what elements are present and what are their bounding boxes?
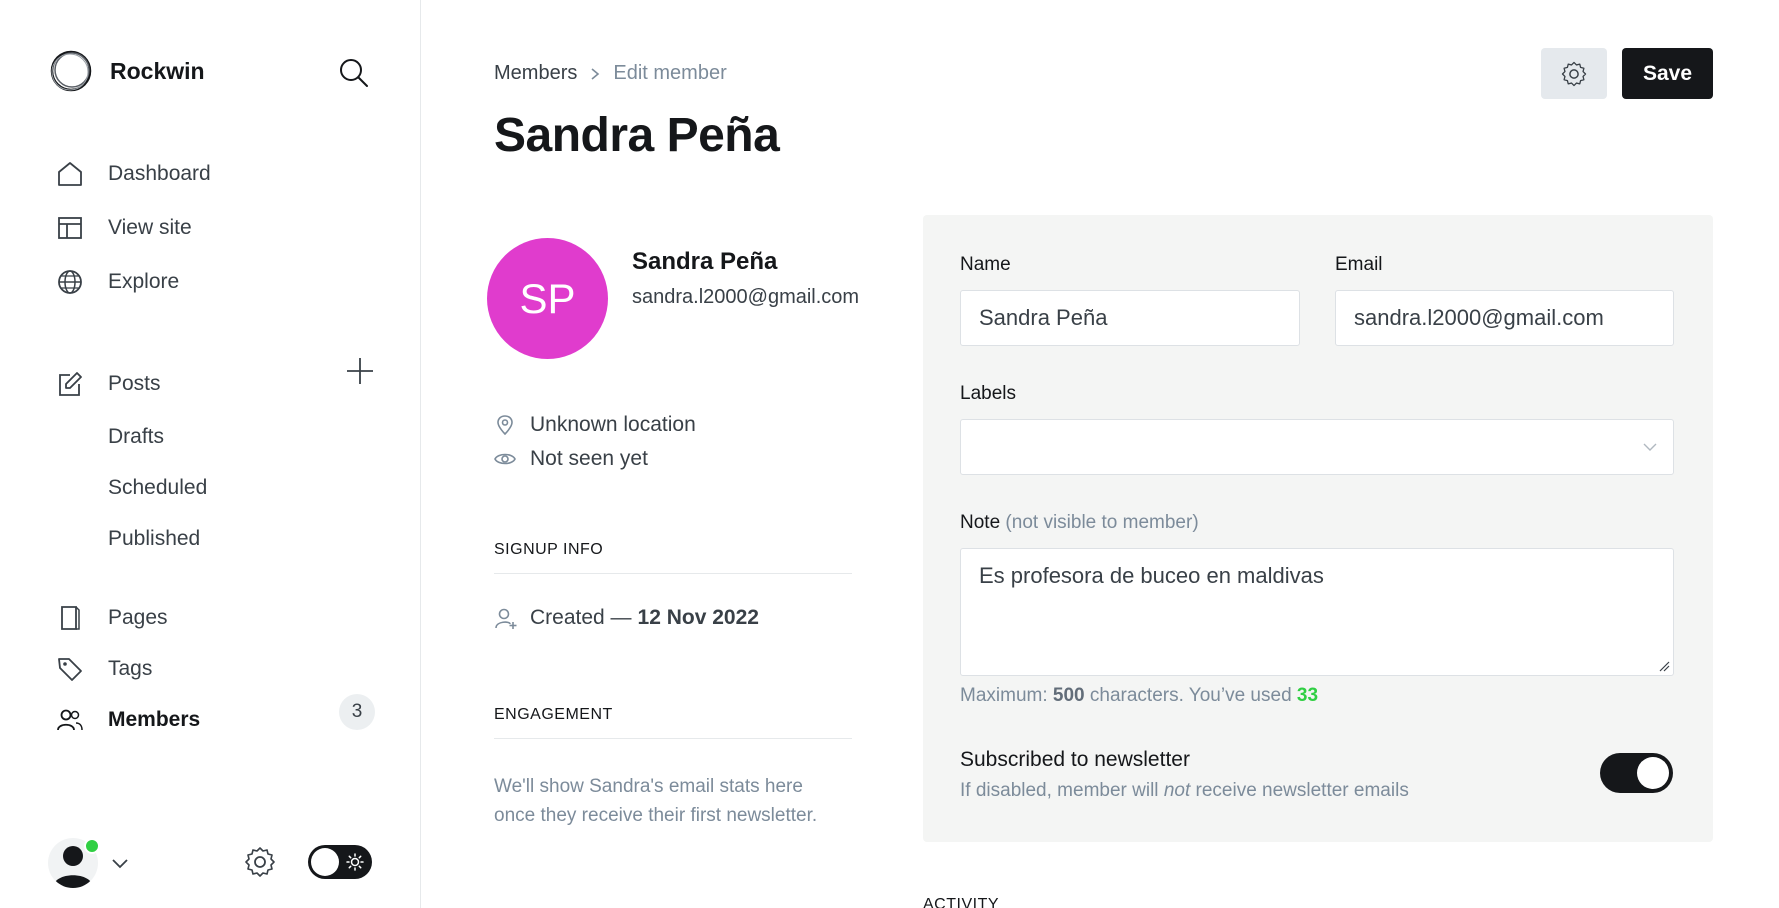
location-pin-icon (497, 415, 513, 436)
gear-icon[interactable] (243, 845, 277, 879)
sidebar-item-label: Explore (108, 270, 180, 293)
sidebar-item-members[interactable]: Members (56, 700, 200, 740)
brand-name: Rockwin (110, 57, 205, 84)
toggle-knob (1637, 757, 1669, 789)
note-hint: (not visible to member) (1005, 512, 1199, 533)
email-input[interactable] (1335, 290, 1674, 346)
breadcrumb-members-link[interactable]: Members (494, 62, 577, 85)
char-count-prefix: Maximum: (960, 685, 1048, 706)
layout-icon (56, 214, 84, 242)
seen-text: Not seen yet (530, 447, 648, 470)
created-label: Created — (530, 606, 632, 629)
char-count-mid: characters. You’ve used (1089, 685, 1292, 706)
home-icon (56, 160, 84, 188)
name-label: Name (960, 254, 1011, 275)
chevron-down-icon (1643, 443, 1657, 451)
email-label: Email (1335, 254, 1383, 275)
save-button[interactable]: Save (1622, 48, 1713, 99)
note-textarea[interactable]: Es profesora de buceo en maldivas (960, 548, 1674, 676)
sidebar-item-published[interactable]: Published (108, 521, 200, 557)
toggle-knob (311, 848, 339, 876)
sidebar-item-label: Dashboard (108, 162, 211, 185)
chevron-right-icon (591, 67, 600, 80)
brand[interactable]: Rockwin (48, 48, 205, 94)
sidebar-item-drafts[interactable]: Drafts (108, 419, 164, 455)
newsletter-desc-pre: If disabled, member will (960, 780, 1159, 801)
chevron-down-icon[interactable] (110, 856, 130, 870)
newsletter-description: If disabled, member will not receive new… (960, 780, 1409, 802)
member-avatar: SP (487, 238, 608, 359)
online-status-dot (84, 838, 100, 854)
sun-icon (346, 853, 364, 871)
newsletter-desc-post: receive newsletter emails (1195, 780, 1409, 801)
labels-label: Labels (960, 383, 1016, 404)
signup-info-heading: SIGNUP INFO (494, 541, 604, 558)
page-icon (56, 604, 84, 632)
gear-icon (1561, 61, 1587, 86)
location-row: Unknown location (494, 410, 696, 440)
sidebar-item-label: Posts (108, 372, 161, 395)
seen-row: Not seen yet (494, 444, 648, 474)
char-count-max: 500 (1052, 685, 1085, 706)
name-input[interactable] (960, 290, 1300, 346)
sidebar-item-scheduled[interactable]: Scheduled (108, 470, 207, 506)
engagement-text: We'll show Sandra's email stats here onc… (494, 776, 818, 826)
breadcrumb-current: Edit member (613, 62, 727, 84)
sidebar-item-tags[interactable]: Tags (56, 649, 152, 689)
activity-heading: ACTIVITY (923, 896, 1000, 908)
character-count: Maximum: 500 characters. You’ve used 33 (960, 685, 1318, 707)
page-title: Sandra Peña (494, 109, 780, 162)
sidebar-item-pages[interactable]: Pages (56, 598, 168, 638)
resize-handle-icon[interactable] (1658, 660, 1670, 672)
newsletter-toggle[interactable] (1600, 753, 1673, 793)
member-name: Sandra Peña (632, 248, 778, 275)
user-add-icon (495, 608, 517, 629)
members-icon (56, 706, 84, 734)
members-count-badge: 3 (339, 694, 375, 730)
divider (494, 573, 852, 574)
search-icon[interactable] (337, 56, 371, 90)
location-text: Unknown location (530, 413, 696, 436)
sidebar-item-view-site[interactable]: View site (56, 208, 192, 248)
sidebar-item-label: View site (108, 216, 192, 239)
note-label-text: Note (960, 512, 1001, 533)
created-row: Created — 12 Nov 2022 (494, 606, 759, 630)
engagement-heading: ENGAGEMENT (494, 706, 613, 723)
sidebar-item-label: Members (108, 708, 201, 731)
sidebar: Rockwin Dashboard View site Explore Post… (0, 0, 421, 908)
edit-icon (56, 370, 84, 398)
sidebar-item-label: Tags (108, 657, 153, 680)
sidebar-item-posts[interactable]: Posts (56, 364, 161, 404)
sidebar-item-dashboard[interactable]: Dashboard (56, 154, 211, 194)
note-label: Note (not visible to member) (960, 512, 1199, 534)
divider (494, 738, 852, 739)
sidebar-item-explore[interactable]: Explore (56, 262, 179, 302)
member-settings-button[interactable] (1541, 48, 1607, 99)
member-email: sandra.l2000@gmail.com (632, 286, 860, 308)
labels-select[interactable] (960, 419, 1674, 475)
tag-icon (56, 655, 84, 683)
eye-icon (494, 453, 516, 465)
newsletter-desc-not: not (1163, 780, 1191, 801)
char-count-used: 33 (1296, 685, 1319, 706)
newsletter-title: Subscribed to newsletter (960, 748, 1190, 771)
sidebar-item-label: Pages (108, 606, 168, 629)
created-date: 12 Nov 2022 (637, 606, 759, 629)
globe-icon (56, 268, 84, 296)
add-post-icon[interactable] (344, 355, 376, 387)
theme-toggle[interactable] (308, 845, 372, 879)
breadcrumb: Members Edit member (494, 62, 727, 85)
brand-logo (50, 50, 92, 92)
